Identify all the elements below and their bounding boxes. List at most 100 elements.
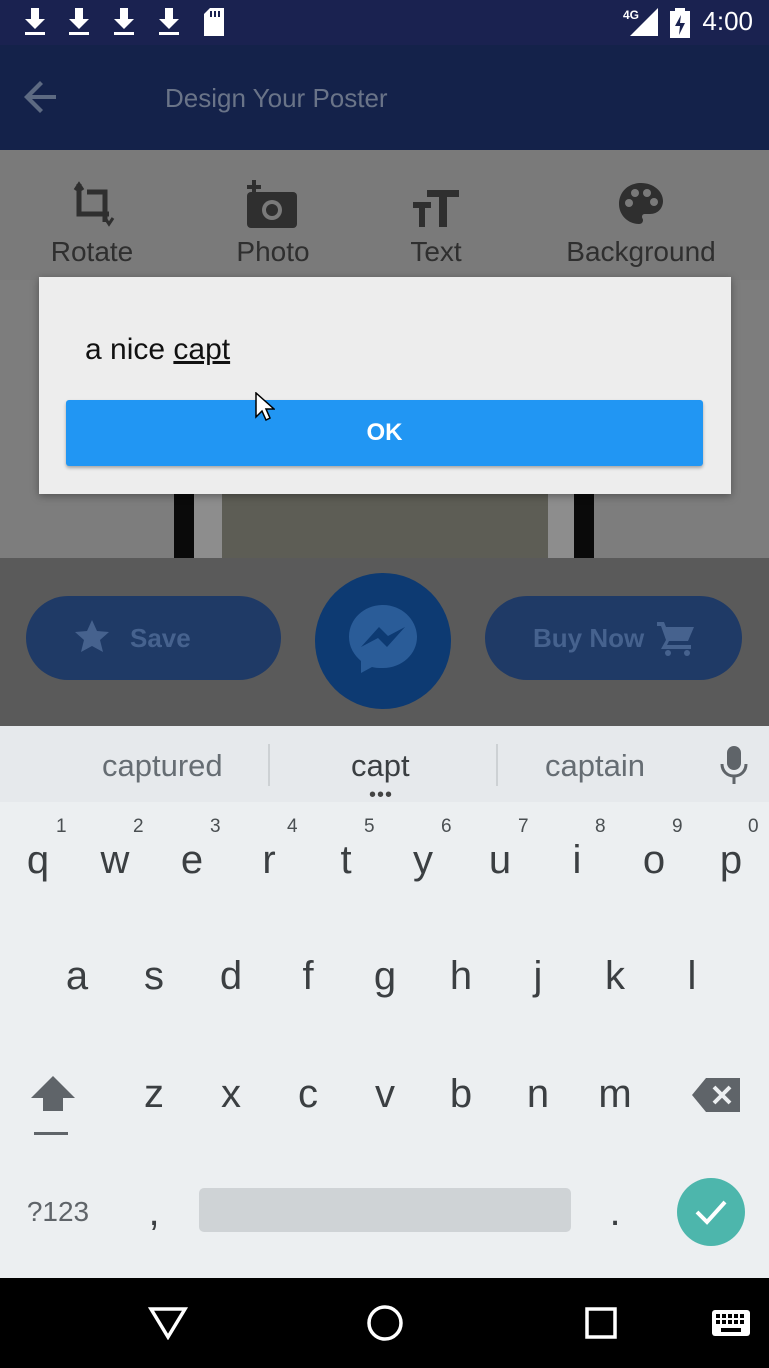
comma-key[interactable]: , xyxy=(124,1190,184,1235)
background-tool[interactable]: Background xyxy=(556,180,726,268)
key-h[interactable]: h xyxy=(431,954,491,999)
star-icon xyxy=(75,620,109,652)
save-label: Save xyxy=(130,623,191,653)
key-v[interactable]: v xyxy=(355,1072,415,1117)
key-w[interactable]: w xyxy=(85,838,145,883)
key-o[interactable]: o xyxy=(624,838,684,883)
key-hint: 3 xyxy=(210,816,221,837)
rotate-tool[interactable]: Rotate xyxy=(7,180,177,268)
key-d[interactable]: d xyxy=(201,954,261,999)
key-r[interactable]: r xyxy=(239,838,299,883)
status-bar: 4G 4:00 xyxy=(0,0,769,45)
backspace-icon xyxy=(692,1078,740,1112)
key-j[interactable]: j xyxy=(508,954,568,999)
photo-tool[interactable]: Photo xyxy=(188,180,358,268)
ok-button[interactable]: OK xyxy=(66,400,703,466)
back-nav-icon[interactable] xyxy=(148,1306,188,1340)
key-p[interactable]: p xyxy=(701,838,761,883)
key-u[interactable]: u xyxy=(470,838,530,883)
arrow-back-icon[interactable] xyxy=(24,81,58,113)
key-t[interactable]: t xyxy=(316,838,376,883)
battery-charging-icon xyxy=(670,8,690,38)
symbols-key[interactable]: ?123 xyxy=(18,1196,98,1228)
tool-bar: Rotate Photo Text Background xyxy=(0,150,769,280)
key-hint: 6 xyxy=(441,816,452,837)
sd-card-icon xyxy=(204,8,224,36)
key-hint: 5 xyxy=(364,816,375,837)
save-button[interactable]: Save xyxy=(26,596,281,680)
messenger-button[interactable] xyxy=(315,573,451,709)
tool-label: Rotate xyxy=(50,236,134,267)
suggestion-item[interactable]: capt xyxy=(351,748,410,784)
signal-icon xyxy=(630,8,658,36)
suggestion-item[interactable]: captain xyxy=(545,748,645,784)
key-k[interactable]: k xyxy=(585,954,645,999)
key-g[interactable]: g xyxy=(355,954,415,999)
key-a[interactable]: a xyxy=(47,954,107,999)
shift-key[interactable] xyxy=(28,1076,78,1140)
keyboard-switch-icon[interactable] xyxy=(712,1310,750,1336)
text-size-icon xyxy=(413,190,459,227)
buy-now-label: Buy Now xyxy=(533,623,645,653)
download-icon xyxy=(25,8,45,35)
download-icon xyxy=(114,8,134,35)
add-photo-icon xyxy=(247,180,297,228)
mouse-pointer-icon xyxy=(255,392,275,422)
app-bar: Design Your Poster xyxy=(0,45,769,150)
crop-rotate-icon xyxy=(73,181,115,227)
key-c[interactable]: c xyxy=(278,1072,338,1117)
key-f[interactable]: f xyxy=(278,954,338,999)
messenger-icon xyxy=(349,605,417,673)
key-m[interactable]: m xyxy=(585,1072,645,1117)
caption-input[interactable]: a nice capt xyxy=(85,333,230,367)
tool-label: Photo xyxy=(236,236,310,267)
palette-icon xyxy=(619,183,663,224)
divider xyxy=(496,744,498,786)
recents-nav-icon[interactable] xyxy=(585,1307,617,1339)
period-key[interactable]: . xyxy=(585,1190,645,1235)
download-icon xyxy=(69,8,89,35)
cart-icon xyxy=(657,622,694,656)
soft-keyboard: captured capt captain ••• 1 q 2 w 3 e 4 … xyxy=(0,726,769,1278)
tool-label: Text xyxy=(410,236,462,267)
key-e[interactable]: e xyxy=(162,838,222,883)
key-hint: 7 xyxy=(518,816,529,837)
key-y[interactable]: y xyxy=(393,838,453,883)
key-hint: 2 xyxy=(133,816,144,837)
key-b[interactable]: b xyxy=(431,1072,491,1117)
divider xyxy=(268,744,270,786)
key-z[interactable]: z xyxy=(124,1072,184,1117)
clock: 4:00 xyxy=(702,6,753,36)
checkmark-icon xyxy=(695,1200,727,1225)
caption-text: a nice xyxy=(85,333,174,366)
navigation-bar xyxy=(0,1278,769,1368)
page-title: Design Your Poster xyxy=(165,83,388,113)
composing-text: capt xyxy=(173,333,231,366)
key-s[interactable]: s xyxy=(124,954,184,999)
key-n[interactable]: n xyxy=(508,1072,568,1117)
done-key[interactable] xyxy=(677,1178,745,1246)
suggestion-item[interactable]: captured xyxy=(102,748,223,784)
buy-now-button[interactable]: Buy Now xyxy=(485,596,742,680)
key-x[interactable]: x xyxy=(201,1072,261,1117)
shift-icon xyxy=(31,1076,75,1135)
key-hint: 1 xyxy=(56,816,67,837)
home-nav-icon[interactable] xyxy=(366,1304,404,1342)
caption-dialog: a nice capt OK xyxy=(39,277,731,494)
key-l[interactable]: l xyxy=(662,954,722,999)
tool-label: Background xyxy=(566,236,716,267)
microphone-icon[interactable] xyxy=(720,746,748,784)
key-hint: 0 xyxy=(748,816,759,837)
text-tool[interactable]: Text xyxy=(351,180,521,268)
poster-photo xyxy=(222,490,548,560)
key-i[interactable]: i xyxy=(547,838,607,883)
key-hint: 8 xyxy=(595,816,606,837)
backspace-key[interactable] xyxy=(692,1078,740,1112)
suggestion-strip: captured capt captain ••• xyxy=(0,726,769,805)
key-hint: 4 xyxy=(287,816,298,837)
key-hint: 9 xyxy=(672,816,683,837)
more-suggestions-icon[interactable]: ••• xyxy=(369,785,393,805)
space-key[interactable] xyxy=(199,1188,571,1232)
key-q[interactable]: q xyxy=(8,838,68,883)
download-icon xyxy=(159,8,179,35)
